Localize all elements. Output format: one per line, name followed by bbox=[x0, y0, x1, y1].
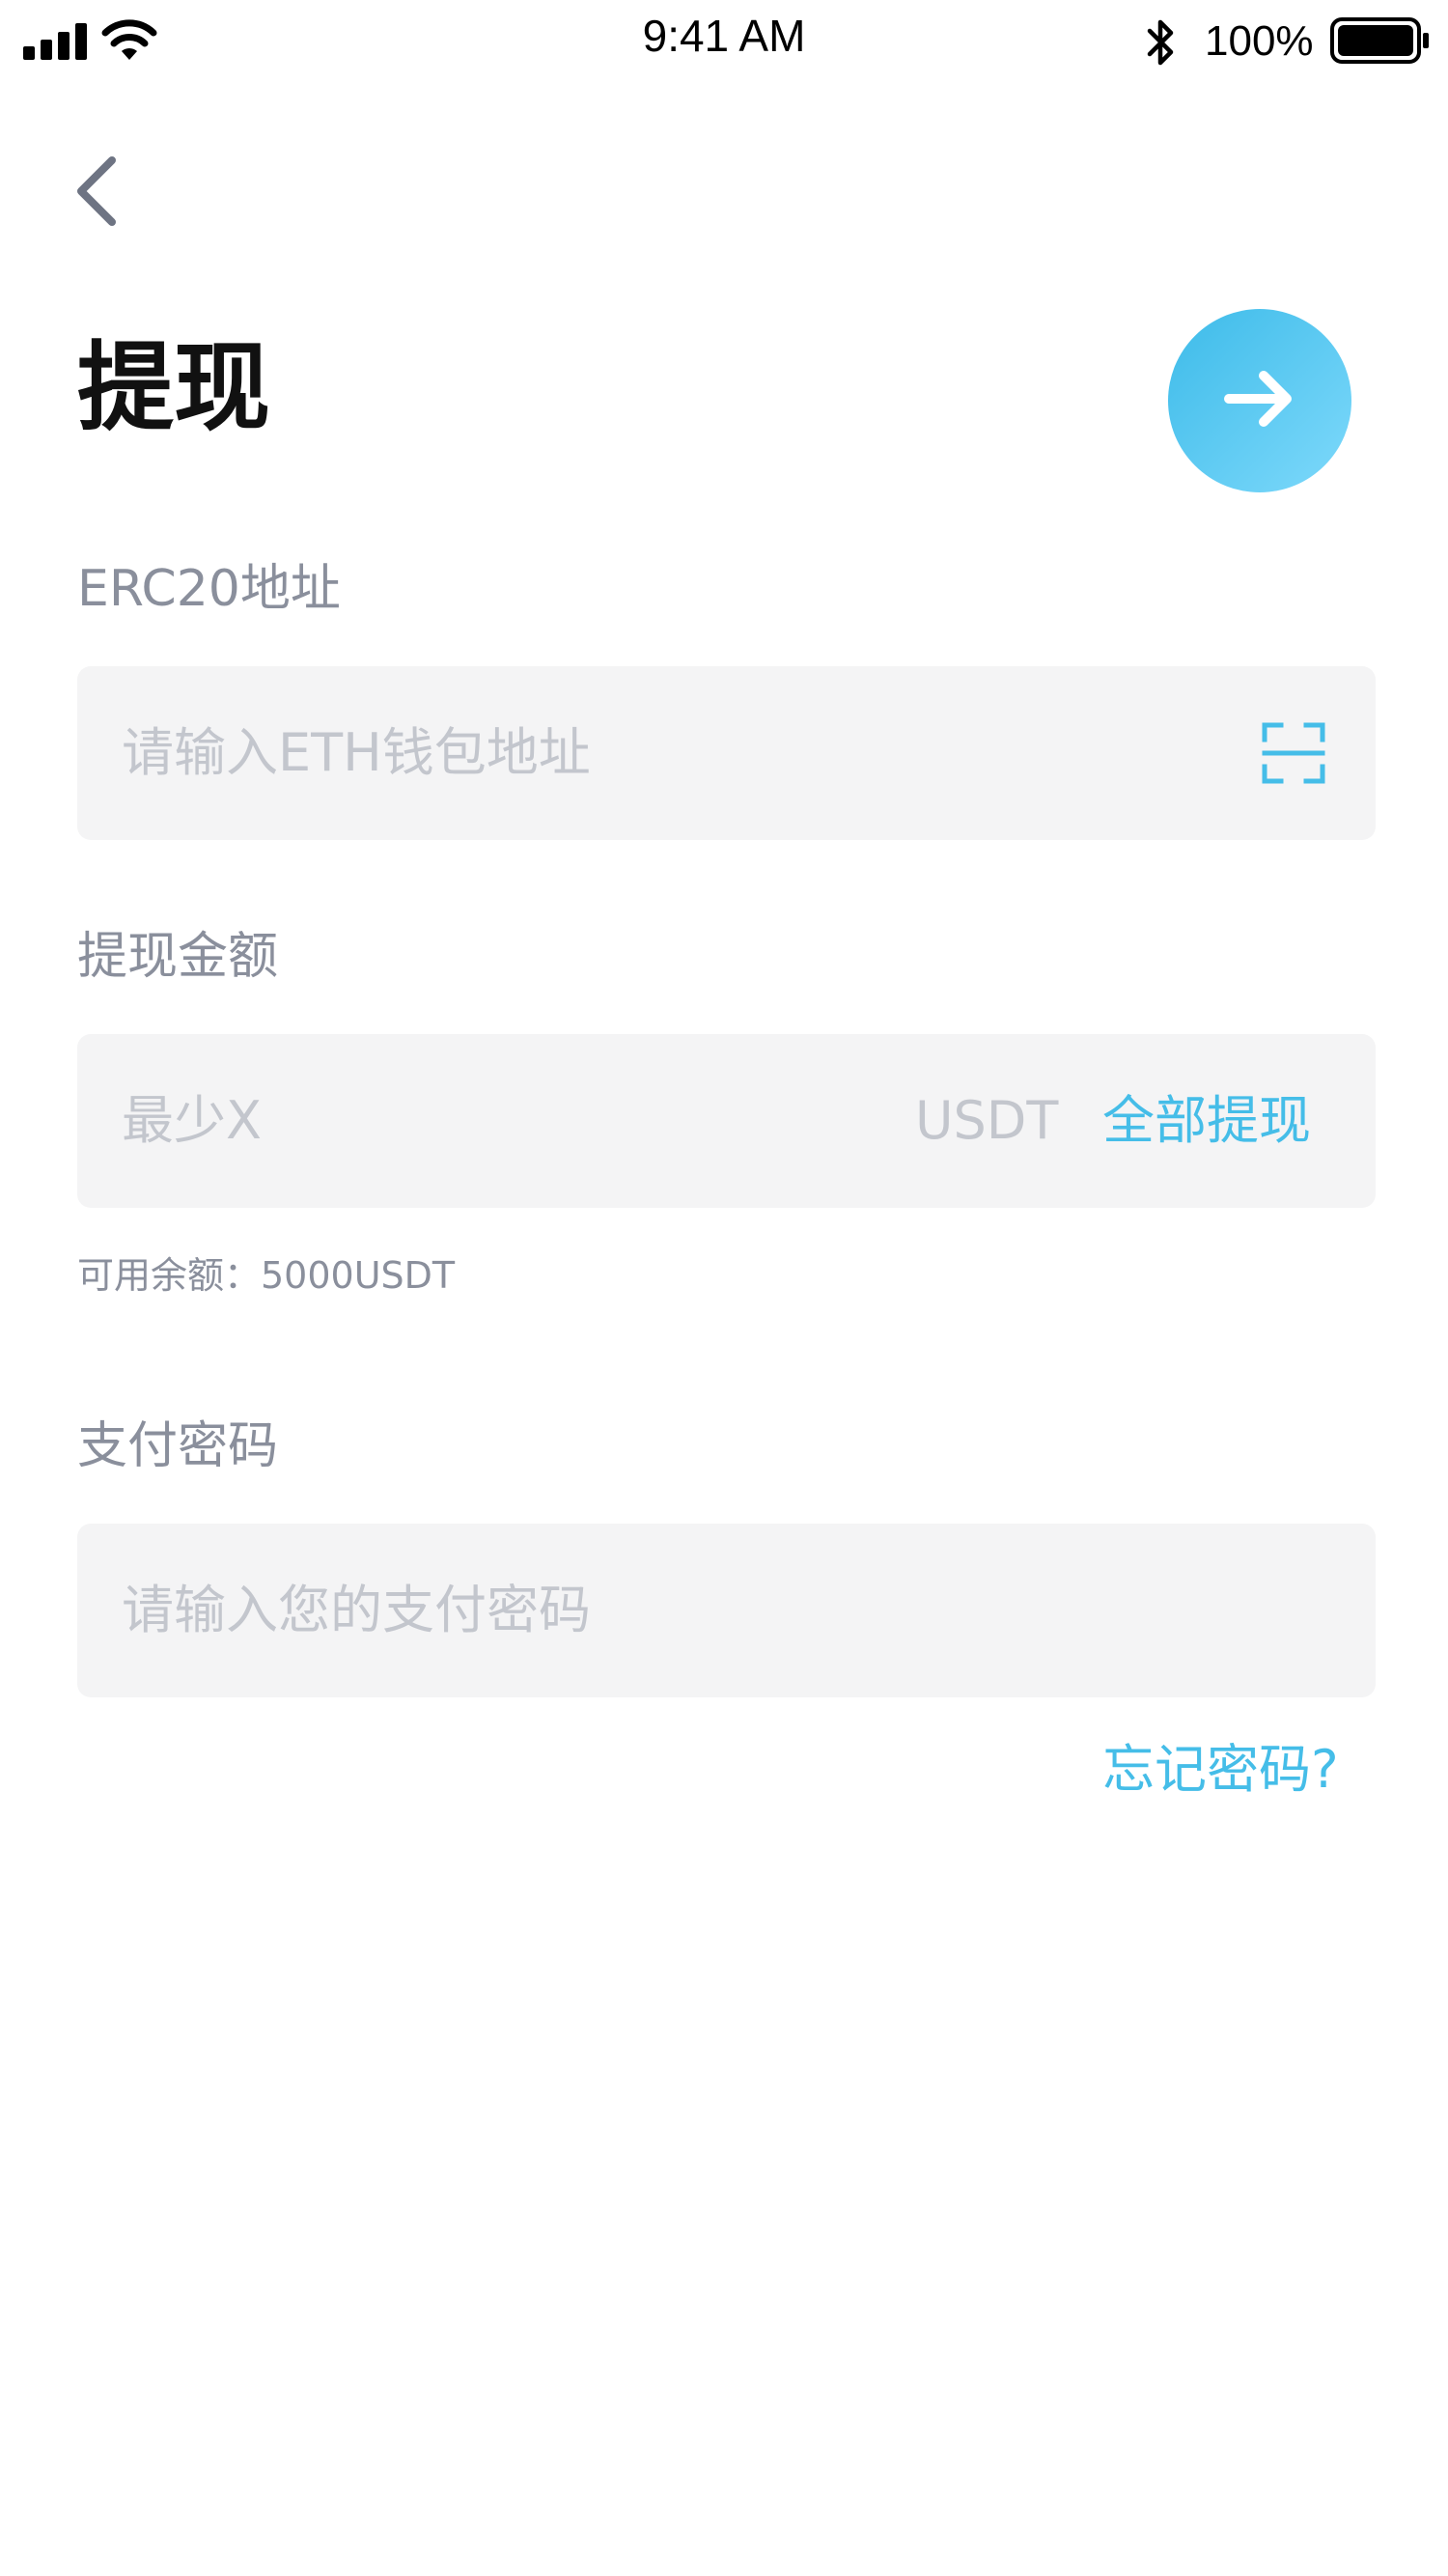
next-button[interactable] bbox=[1168, 309, 1351, 492]
withdraw-all-button[interactable]: 全部提现 bbox=[1102, 1034, 1311, 1208]
arrow-right-icon bbox=[1223, 370, 1296, 432]
withdraw-page: 9:41 AM 100% 提现 ERC20地址 请输入ETH钱包地址 提现金额 … bbox=[0, 0, 1448, 2576]
amount-field[interactable]: 最少X USDT 全部提现 bbox=[77, 1034, 1376, 1208]
amount-label: 提现金额 bbox=[77, 928, 279, 986]
address-placeholder: 请输入ETH钱包地址 bbox=[122, 722, 591, 783]
forgot-password-link[interactable]: 忘记密码? bbox=[1102, 1744, 1339, 1796]
back-button[interactable] bbox=[70, 153, 127, 230]
page-title: 提现 bbox=[77, 331, 270, 444]
status-bar: 9:41 AM 100% bbox=[0, 0, 1448, 87]
address-field[interactable]: 请输入ETH钱包地址 bbox=[77, 666, 1376, 840]
bluetooth-icon bbox=[1144, 15, 1179, 73]
amount-unit: USDT bbox=[915, 1090, 1059, 1151]
password-label: 支付密码 bbox=[77, 1417, 279, 1475]
available-balance: 可用余额：5000USDT bbox=[77, 1254, 456, 1297]
password-placeholder: 请输入您的支付密码 bbox=[122, 1580, 591, 1640]
chevron-left-icon bbox=[70, 156, 127, 234]
address-label: ERC20地址 bbox=[77, 560, 341, 618]
amount-placeholder: 最少X bbox=[122, 1090, 262, 1151]
battery-percent: 100% bbox=[1205, 17, 1314, 65]
battery-icon bbox=[1330, 17, 1431, 68]
scan-icon[interactable] bbox=[1262, 722, 1325, 788]
password-field[interactable]: 请输入您的支付密码 bbox=[77, 1524, 1376, 1697]
